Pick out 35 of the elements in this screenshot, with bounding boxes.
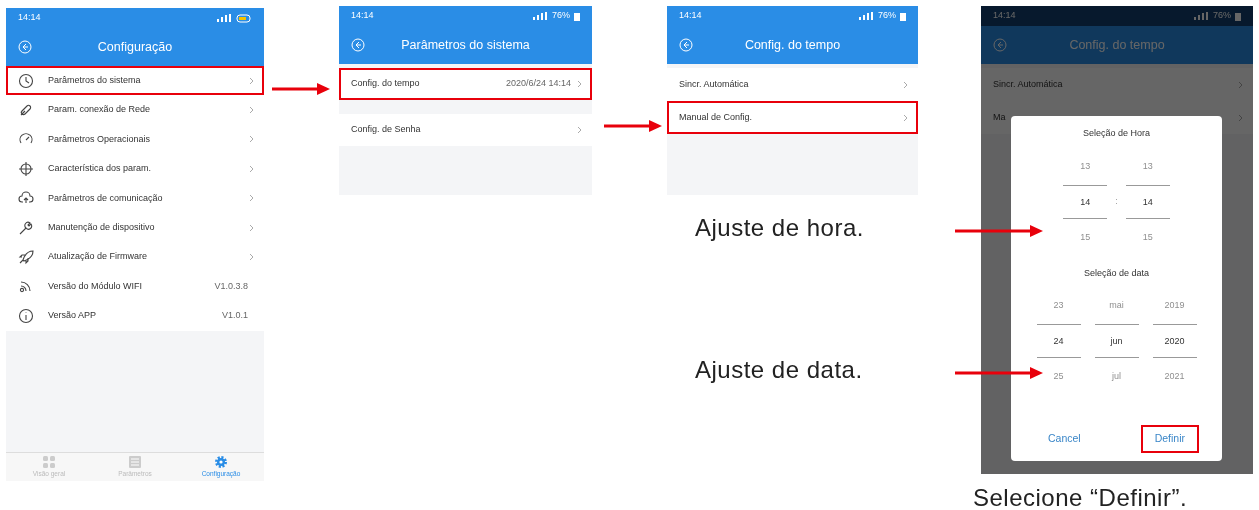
- item-value: V1.0.3.8: [214, 279, 248, 293]
- caption: Ajuste de hora.: [695, 213, 864, 243]
- item-label: Sincr. Automática: [679, 77, 750, 91]
- item-label: Manual de Config.: [679, 110, 754, 124]
- item-label: Parâmetros Operacionais: [48, 132, 152, 146]
- battery-level: 76%: [1213, 9, 1231, 23]
- screen-title: Parâmetros do sistema: [400, 36, 531, 54]
- dialog-heading: Seleção de Hora: [1082, 127, 1150, 140]
- battery-level: 76%: [552, 9, 570, 23]
- screen-title: Config. do tempo: [1068, 36, 1166, 54]
- item-label: Versão APP: [48, 309, 98, 323]
- item-label: Versão do Módulo WIFI: [48, 279, 144, 293]
- item-label: Config. do tempo: [351, 77, 421, 91]
- item-value: V1.0.1: [221, 309, 248, 323]
- screen-title: Configuração: [96, 38, 174, 56]
- status-time: 14:14: [351, 9, 374, 23]
- item-label: Parâmetros do sistema: [48, 73, 142, 87]
- dialog-heading: Seleção de data: [1083, 266, 1150, 280]
- status-time: 14:14: [679, 9, 702, 23]
- picker-separator: :: [1115, 195, 1118, 208]
- item-label: Característica dos param.: [48, 162, 153, 176]
- battery-level: 76%: [878, 9, 896, 23]
- caption: Selecione “Definir”.: [973, 483, 1188, 510]
- item-label: Config. de Senha: [351, 123, 422, 137]
- status-time: 14:14: [993, 9, 1016, 23]
- item-value: 2020/6/24 14:14: [505, 77, 571, 91]
- item-label: Parâmetros de comunicação: [48, 191, 164, 205]
- caption: Ajuste de data.: [695, 355, 863, 385]
- item-label: Ma: [993, 110, 1007, 124]
- item-label: Param. conexão de Rede: [48, 103, 152, 117]
- screen-title: Config. do tempo: [743, 36, 842, 54]
- item-label: Atualização de Firmware: [48, 250, 149, 264]
- item-label: Manutenção de dispositivo: [48, 220, 156, 234]
- item-label: Sincr. Automática: [993, 77, 1064, 91]
- status-time: 14:14: [18, 11, 41, 25]
